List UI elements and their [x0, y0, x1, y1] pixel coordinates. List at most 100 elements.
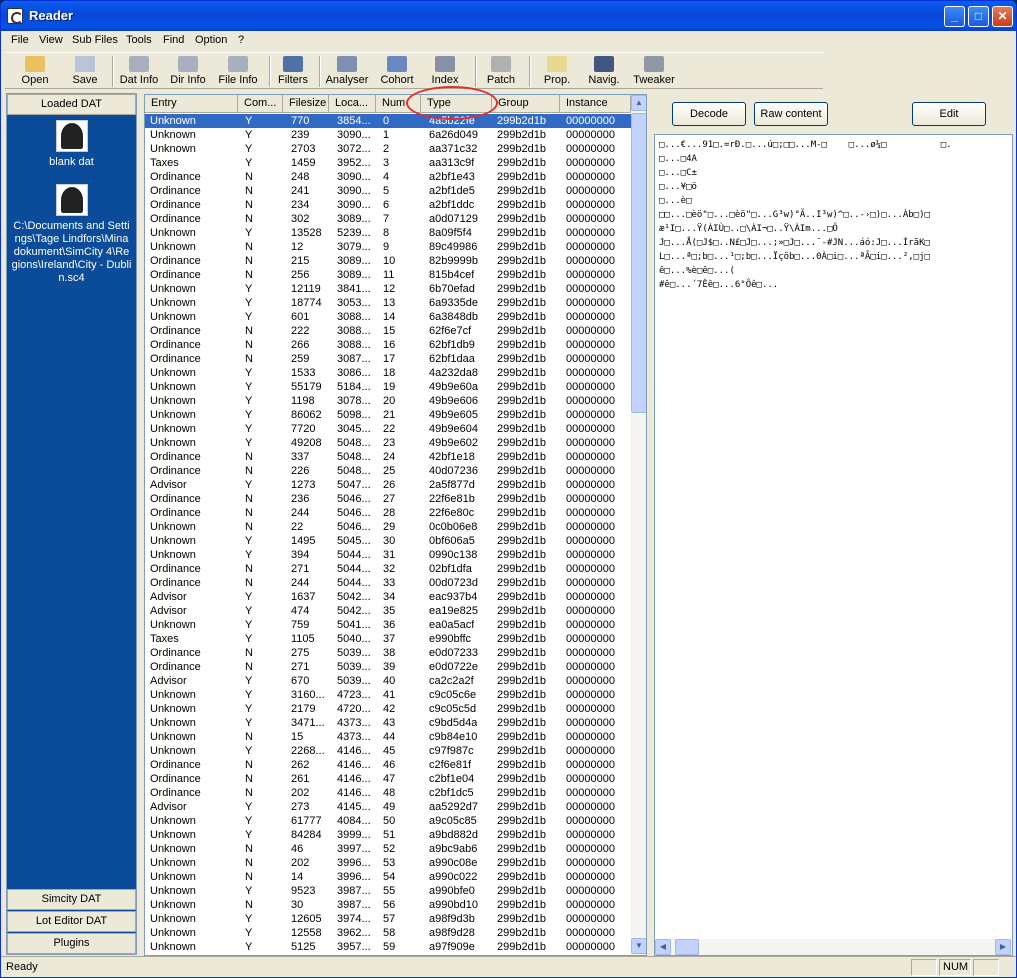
table-row[interactable]: Unknown Y 601 3088... 14 6a3848db 299b2d1b 0000… [145, 310, 631, 324]
table-row[interactable]: Unknown N 30 3987... 56 a990bd10 299b2d1b 00000… [145, 898, 631, 912]
table-row[interactable]: Advisor Y 670 5039... 40 ca2c2a2f 299b2d1b 0000… [145, 674, 631, 688]
table-row[interactable]: Ordinance N 337 5048... 24 42bf1e18 299b2d1b 00… [145, 450, 631, 464]
table-row[interactable]: Ordinance N 241 3090... 5 a2bf1de5 299b2d1b 000… [145, 184, 631, 198]
menu-view[interactable]: View [39, 34, 63, 46]
col-com[interactable]: Com... [238, 95, 283, 113]
table-row[interactable]: Ordinance N 248 3090... 4 a2bf1e43 299b2d1b 000… [145, 170, 631, 184]
open-button[interactable]: Open [17, 53, 53, 90]
scroll-left-icon[interactable]: ◀ [655, 939, 671, 955]
table-row[interactable]: Unknown Y 12605 3974... 57 a98f9d3b 299b2d1b 00… [145, 912, 631, 926]
dat-item-blank[interactable]: blank dat [7, 120, 136, 169]
scroll-up-icon[interactable]: ▲ [631, 95, 646, 111]
table-row[interactable]: Unknown Y 394 5044... 31 0990c138 299b2d1b 0000… [145, 548, 631, 562]
col-location[interactable]: Loca... [329, 95, 376, 113]
col-entry[interactable]: Entry [145, 95, 238, 113]
dat-info-button[interactable]: Dat Info [117, 53, 161, 90]
file-info-button[interactable]: File Info [215, 53, 261, 90]
table-row[interactable]: Unknown N 46 3997... 52 a9bc9ab6 299b2d1b 00000… [145, 842, 631, 856]
table-row[interactable]: Unknown Y 13528 5239... 8 8a09f5f4 299b2d1b 000… [145, 226, 631, 240]
table-row[interactable]: Unknown Y 3471... 4373... 43 c9bd5d4a 299b2d1b… [145, 716, 631, 730]
filters-button[interactable]: Filters [275, 53, 311, 90]
table-row[interactable]: Unknown Y 770 3854... 0 4a5b22fe 299b2d1b 00000… [145, 114, 631, 128]
table-row[interactable]: Ordinance N 236 5046... 27 22f6e81b 299b2d1b 00… [145, 492, 631, 506]
table-row[interactable]: Advisor Y 1273 5047... 26 2a5f877d 299b2d1b 000… [145, 478, 631, 492]
table-row[interactable]: Ordinance N 226 5048... 25 40d07236 299b2d1b 00… [145, 464, 631, 478]
decode-button[interactable]: Decode [672, 102, 746, 126]
col-filesize[interactable]: Filesize [283, 95, 329, 113]
raw-content-view[interactable]: ◀ ▶ □...€...91□.=rÐ.□...ú□;□□...M-□ □...… [654, 134, 1013, 956]
table-row[interactable]: Advisor Y 273 4145... 49 aa5292d7 299b2d1b 0000… [145, 800, 631, 814]
save-button[interactable]: Save [67, 53, 103, 90]
col-instance[interactable]: Instance [560, 95, 631, 113]
prop-button[interactable]: Prop. [539, 53, 575, 90]
scroll-thumb[interactable] [631, 113, 646, 413]
table-row[interactable]: Unknown Y 239 3090... 1 6a26d049 299b2d1b 00000… [145, 128, 631, 142]
cohort-button[interactable]: Cohort [377, 53, 417, 90]
minimize-button[interactable]: _ [944, 6, 965, 27]
table-row[interactable]: Ordinance N 259 3087... 17 62bf1daa 299b2d1b 00… [145, 352, 631, 366]
table-row[interactable]: Ordinance N 266 3088... 16 62bf1db9 299b2d1b 00… [145, 338, 631, 352]
table-row[interactable]: Unknown Y 1533 3086... 18 4a232da8 299b2d1b 000… [145, 366, 631, 380]
menu-option[interactable]: Option [195, 34, 227, 46]
table-row[interactable]: Unknown N 14 3996... 54 a990c022 299b2d1b 00000… [145, 870, 631, 884]
table-row[interactable]: Unknown Y 2703 3072... 2 aa371c32 299b2d1b 0000… [145, 142, 631, 156]
table-row[interactable]: Advisor Y 474 5042... 35 ea19e825 299b2d1b 0000… [145, 604, 631, 618]
analyser-button[interactable]: Analyser [323, 53, 371, 90]
table-row[interactable]: Ordinance N 234 3090... 6 a2bf1ddc 299b2d1b 000… [145, 198, 631, 212]
horizontal-scrollbar[interactable]: ◀ ▶ [655, 939, 1012, 955]
table-row[interactable]: Unknown Y 12558 3962... 58 a98f9d28 299b2d1b 00… [145, 926, 631, 940]
table-row[interactable]: Unknown Y 9523 3987... 55 a990bfe0 299b2d1b 000… [145, 884, 631, 898]
patch-button[interactable]: Patch [483, 53, 519, 90]
menu-file[interactable]: File [11, 34, 29, 46]
table-row[interactable]: Taxes Y 1105 5040... 37 e990bffc 299b2d1b 00000… [145, 632, 631, 646]
table-row[interactable]: Ordinance N 215 3089... 10 82b9999b 299b2d1b 00… [145, 254, 631, 268]
table-row[interactable]: Unknown Y 3160... 4723... 41 c9c05c6e 299b2d1b… [145, 688, 631, 702]
table-row[interactable]: Unknown Y 86062 5098... 21 49b9e605 299b2d1b 00… [145, 408, 631, 422]
navig-button[interactable]: Navig. [585, 53, 623, 90]
title-bar[interactable]: Reader _ □ ✕ [1, 1, 1016, 31]
table-row[interactable]: Unknown Y 84284 3999... 51 a9bd882d 299b2d1b 00… [145, 828, 631, 842]
table-row[interactable]: Unknown Y 7720 3045... 22 49b9e604 299b2d1b 000… [145, 422, 631, 436]
tab-lot-editor-dat[interactable]: Lot Editor DAT [7, 911, 136, 932]
dir-info-button[interactable]: Dir Info [167, 53, 209, 90]
table-row[interactable]: Unknown N 15 4373... 44 c9b84e10 299b2d1b 00000… [145, 730, 631, 744]
table-row[interactable]: Unknown N 12 3079... 9 89c49986 299b2d1b 000000… [145, 240, 631, 254]
table-row[interactable]: Ordinance N 302 3089... 7 a0d07129 299b2d1b 000… [145, 212, 631, 226]
close-button[interactable]: ✕ [992, 6, 1013, 27]
table-row[interactable]: Ordinance N 271 5039... 39 e0d0722e 299b2d1b 00… [145, 660, 631, 674]
dat-item-dublin[interactable]: C:\Documents and Settings\Tage Lindfors\… [7, 184, 136, 285]
table-row[interactable]: Ordinance N 271 5044... 32 02bf1dfa 299b2d1b 00… [145, 562, 631, 576]
table-row[interactable]: Ordinance N 256 3089... 11 815b4cef 299b2d1b 00… [145, 268, 631, 282]
edit-button[interactable]: Edit [912, 102, 986, 126]
loaded-dat-header[interactable]: Loaded DAT [7, 94, 136, 115]
tab-plugins[interactable]: Plugins [7, 933, 136, 954]
raw-content-button[interactable]: Raw content [754, 102, 828, 126]
menu-sub-files[interactable]: Sub Files [72, 34, 118, 46]
table-row[interactable]: Ordinance N 244 5046... 28 22f6e80c 299b2d1b 00… [145, 506, 631, 520]
table-row[interactable]: Unknown Y 1495 5045... 30 0bf606a5 299b2d1b 000… [145, 534, 631, 548]
table-row[interactable]: Unknown N 22 5046... 29 0c0b06e8 299b2d1b 00000… [145, 520, 631, 534]
menu-find[interactable]: Find [163, 34, 184, 46]
index-button[interactable]: Index [427, 53, 463, 90]
tweaker-button[interactable]: Tweaker [631, 53, 677, 90]
menu-help[interactable]: ? [238, 34, 244, 46]
table-row[interactable]: Ordinance N 262 4146... 46 c2f6e81f 299b2d1b 00… [145, 758, 631, 772]
table-row[interactable]: Unknown Y 12119 3841... 12 6b70efad 299b2d1b 00… [145, 282, 631, 296]
table-row[interactable]: Unknown Y 5125 3957... 59 a97f909e 299b2d1b 000… [145, 940, 631, 954]
scroll-down-icon[interactable]: ▼ [631, 938, 646, 954]
table-row[interactable]: Unknown Y 2268... 4146... 45 c97f987c 299b2d1b… [145, 744, 631, 758]
menu-tools[interactable]: Tools [126, 34, 152, 46]
table-row[interactable]: Ordinance N 222 3088... 15 62f6e7cf 299b2d1b 00… [145, 324, 631, 338]
table-row[interactable]: Ordinance N 261 4146... 47 c2bf1e04 299b2d1b 00… [145, 772, 631, 786]
table-row[interactable]: Unknown Y 49208 5048... 23 49b9e602 299b2d1b 00… [145, 436, 631, 450]
scroll-thumb[interactable] [675, 939, 699, 955]
col-group[interactable]: Group [492, 95, 560, 113]
table-row[interactable]: Ordinance N 244 5044... 33 00d0723d 299b2d1b 00… [145, 576, 631, 590]
vertical-scrollbar[interactable]: ▲ ▼ [631, 95, 646, 955]
table-row[interactable]: Unknown Y 55179 5184... 19 49b9e60a 299b2d1b 00… [145, 380, 631, 394]
tab-simcity-dat[interactable]: Simcity DAT [7, 889, 136, 910]
table-row[interactable]: Ordinance N 275 5039... 38 e0d07233 299b2d1b 00… [145, 646, 631, 660]
table-row[interactable]: Unknown Y 2179 4720... 42 c9c05c5d 299b2d1b 000… [145, 702, 631, 716]
table-row[interactable]: Taxes Y 1459 3952... 3 aa313c9f 299b2d1b 000000… [145, 156, 631, 170]
scroll-right-icon[interactable]: ▶ [995, 939, 1011, 955]
